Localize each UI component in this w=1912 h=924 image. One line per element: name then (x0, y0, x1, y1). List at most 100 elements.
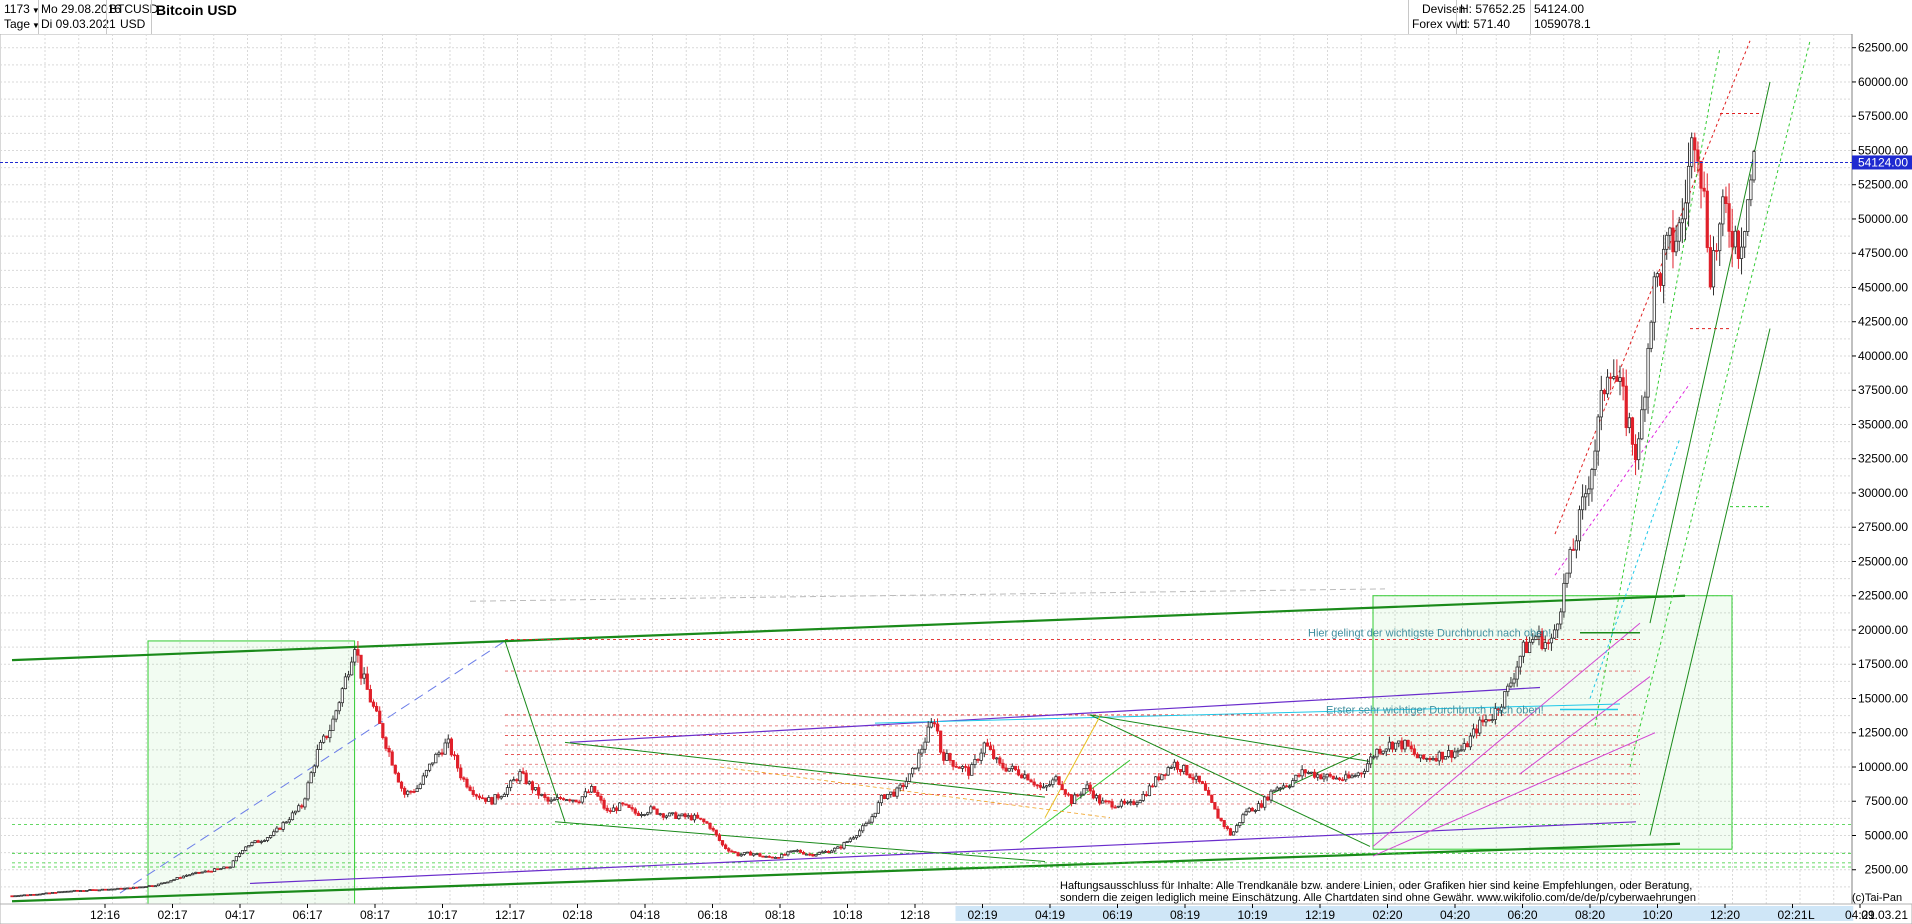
x-tick-label: 10:20 (1642, 908, 1672, 922)
candle-body (858, 830, 862, 837)
candle-body (714, 829, 718, 836)
candle-body (85, 890, 89, 892)
candle-body (1375, 748, 1379, 758)
candle-body (861, 825, 865, 832)
candle-body (1309, 771, 1314, 774)
candle-body (854, 835, 859, 839)
candle-body (1487, 719, 1491, 722)
x-axis[interactable]: 12:16 02:17 04:17 06:17 08:17 10:17 12:17 02:18… (0, 903, 1912, 924)
candle-body (38, 893, 42, 896)
x-tick-label: 04:20 (1440, 908, 1470, 922)
candle-body (1194, 775, 1198, 780)
candle-body (870, 816, 874, 823)
candle-body (1076, 794, 1080, 797)
candle-body (929, 722, 933, 728)
period-unit-select[interactable]: Tage ▼ (4, 17, 40, 33)
candle-body (437, 752, 441, 755)
candle-body (1394, 742, 1398, 750)
candle-body (256, 840, 260, 843)
candle-body (724, 844, 728, 849)
candle-body (777, 857, 781, 859)
candle-body (917, 752, 921, 769)
candle-body (1219, 817, 1223, 821)
candle-body (1705, 190, 1709, 248)
y-tick-label: 5000.00 (1865, 828, 1909, 842)
candle-body (792, 850, 796, 852)
candle-body (237, 853, 242, 857)
candle-body (452, 754, 457, 757)
candle-body (1752, 151, 1756, 181)
candle-body (509, 780, 513, 788)
candle-body (789, 850, 793, 853)
candle-body (1605, 376, 1610, 395)
candle-body (1584, 493, 1588, 498)
candle-body (773, 857, 778, 859)
candle-body (144, 886, 148, 888)
candle-body (219, 868, 223, 871)
candle-body (733, 851, 737, 854)
disclaimer: Haftungsausschluss für Inhalte: Alle Tre… (1060, 880, 1840, 904)
candle-body (798, 849, 803, 853)
candle-body (1615, 376, 1619, 382)
candle-body (1677, 222, 1681, 242)
candle-body (1023, 774, 1027, 779)
y-tick-label: 15000.00 (1858, 691, 1908, 705)
candle-body (181, 875, 185, 879)
candle-body (1350, 775, 1354, 779)
candle-body (1353, 775, 1357, 777)
candle-body (702, 818, 706, 823)
candle-body (1172, 761, 1176, 768)
candle-body (13, 895, 17, 898)
candle-body (60, 891, 64, 894)
candle-body (1568, 549, 1572, 574)
date-to[interactable]: Di 09.03.2021 (41, 17, 116, 31)
candle-body (1207, 789, 1211, 796)
candle-body (1356, 772, 1360, 776)
market-label: Devisen (1422, 2, 1466, 16)
candle-body (194, 871, 198, 874)
candle-body (1387, 741, 1391, 750)
candle-body (1450, 750, 1454, 758)
candle-body (331, 718, 335, 732)
disclaimer-line-2: sondern die zeigen lediglich meine Einsc… (1060, 892, 1696, 904)
candle-body (1007, 768, 1011, 772)
candle-body (484, 797, 488, 802)
candle-body (1275, 787, 1279, 791)
candle-body (378, 710, 382, 724)
candle-body (1334, 777, 1339, 780)
y-tick-label: 2500.00 (1865, 863, 1909, 877)
candle-body (94, 889, 98, 892)
x-tick-label: 08:20 (1575, 908, 1605, 922)
candle-body (814, 854, 818, 857)
candle-body (1718, 223, 1722, 252)
candle-body (1512, 678, 1516, 684)
price-chart[interactable]: 2500.00 5000.00 7500.00 10000.00 12500.00 150… (0, 34, 1912, 924)
candle-body (1524, 641, 1529, 654)
candle-body (1721, 196, 1725, 225)
candle-body (1506, 685, 1510, 693)
candle-body (935, 723, 940, 732)
candle-body (1400, 740, 1404, 750)
candle-body (992, 749, 996, 759)
candle-body (1013, 765, 1018, 771)
candle-body (312, 765, 316, 774)
period-count-select[interactable]: 1173 ▼ (4, 2, 40, 18)
candle-body (1484, 719, 1488, 723)
candle-body (1213, 802, 1217, 810)
y-tick-label: 62500.00 (1858, 41, 1908, 55)
candle-body (337, 702, 341, 712)
candle-body (1571, 549, 1575, 551)
candle-body (262, 840, 267, 842)
candle-body (602, 799, 606, 809)
candle-body (1035, 784, 1039, 787)
candle-body (272, 831, 276, 836)
x-tick-label: 10:17 (427, 908, 457, 922)
candle-body (490, 797, 494, 805)
candle-body (1409, 745, 1413, 750)
candle-body (1091, 790, 1095, 799)
candle-body (786, 851, 790, 856)
candle-body (1294, 774, 1298, 781)
candle-body (1169, 766, 1173, 769)
candle-body (1556, 623, 1560, 631)
candle-body (939, 730, 943, 753)
